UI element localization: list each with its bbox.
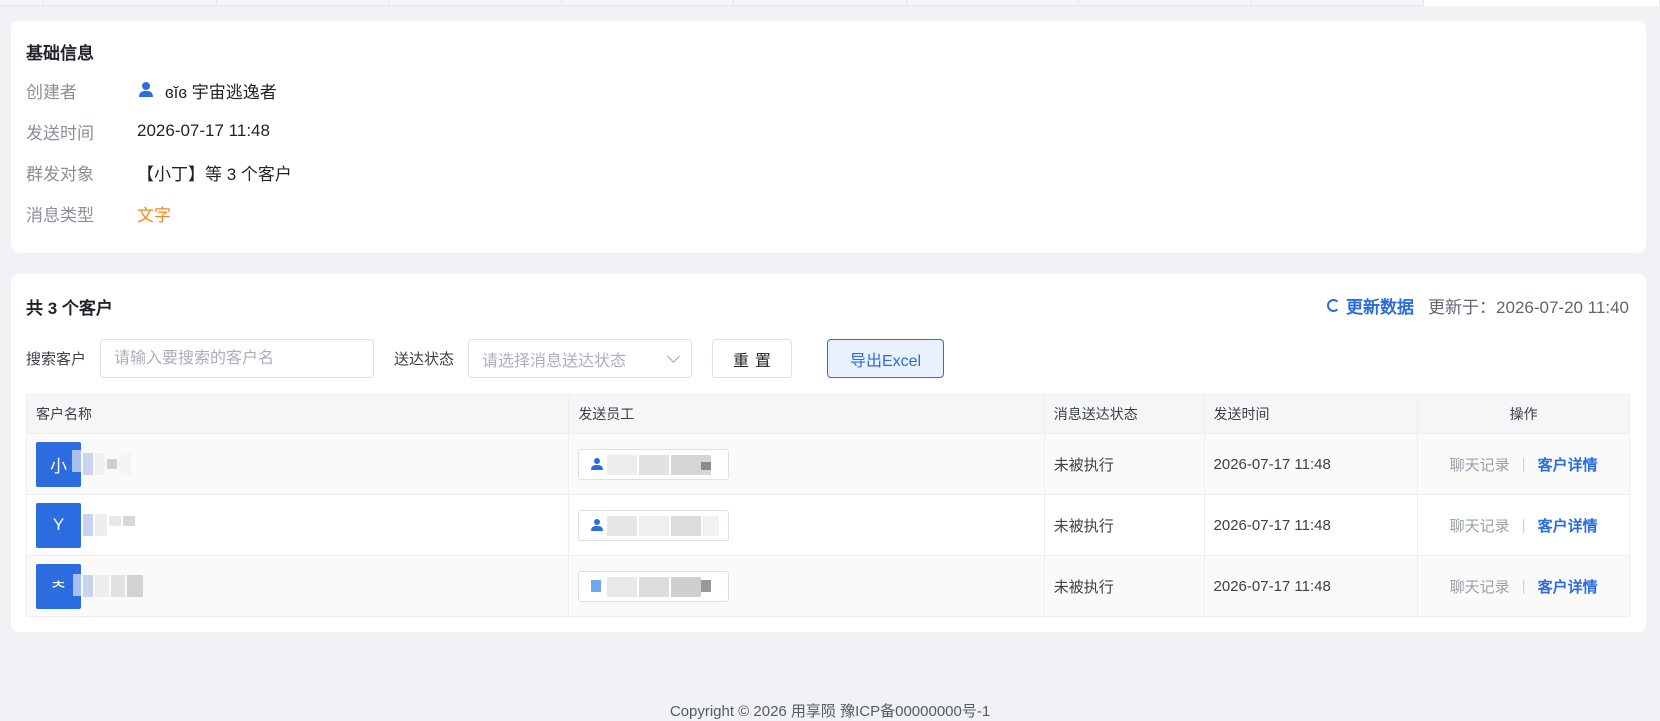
avatar-letter: 小 xyxy=(50,456,67,476)
actions-cell: 聊天记录 | 客户详情 xyxy=(1418,495,1629,555)
divider: | xyxy=(1521,455,1526,473)
message-type-value: 文字 xyxy=(137,205,171,225)
status-select[interactable]: 请选择消息送达状态 xyxy=(468,339,693,378)
avatar: ᄎ xyxy=(36,563,81,609)
staff-avatar-icon xyxy=(591,580,602,592)
refresh-area: 更新数据 更新于：2026-07-20 11:40 xyxy=(1327,293,1629,318)
blurred-customer-name xyxy=(83,514,143,536)
tab[interactable] xyxy=(0,0,44,6)
tab[interactable] xyxy=(44,0,217,6)
tab-active[interactable] xyxy=(1424,0,1660,6)
customer-detail-link[interactable]: 客户详情 xyxy=(1538,515,1598,536)
col-send-time: 发送时间 xyxy=(1205,395,1419,433)
tab[interactable] xyxy=(216,0,389,6)
avatar-letter: ᄎ xyxy=(50,578,67,598)
staff-cell xyxy=(569,556,1045,616)
status-cell: 未被执行 xyxy=(1045,434,1205,494)
divider: | xyxy=(1521,577,1526,595)
avatar: Y xyxy=(36,502,81,548)
refresh-button[interactable]: 更新数据 xyxy=(1327,293,1414,318)
status-cell: 未被执行 xyxy=(1045,556,1205,616)
creator-value: ɞĭɞ 宇宙逃逸者 xyxy=(137,78,277,103)
table-row: Y 未被执行 2026-07-17 11:48 聊天记录 | 客户详情 xyxy=(27,494,1629,555)
chevron-down-icon xyxy=(667,349,680,363)
customer-list-card: 共 3 个客户 更新数据 更新于：2026-07-20 11:40 搜索客户 送… xyxy=(11,274,1646,632)
col-staff: 发送员工 xyxy=(569,395,1045,433)
status-label: 送达状态 xyxy=(394,351,455,368)
tab[interactable] xyxy=(389,0,562,6)
chat-record-link[interactable]: 聊天记录 xyxy=(1450,454,1510,475)
target-value: 【小丁】等 3 个客户 xyxy=(137,164,292,184)
tab[interactable] xyxy=(1251,0,1424,6)
customer-detail-link[interactable]: 客户详情 xyxy=(1538,454,1598,475)
tab[interactable] xyxy=(561,0,734,6)
top-tab-strip xyxy=(0,0,1660,6)
divider: | xyxy=(1521,516,1526,534)
customer-table: 客户名称 发送员工 消息送达状态 发送时间 操作 小 未被执行 2026-07-… xyxy=(26,394,1630,617)
creator-name: ɞĭɞ 宇宙逃逸者 xyxy=(165,82,277,102)
basic-info-card: 基础信息 创建者 ɞĭɞ 宇宙逃逸者 发送时间 2026-07-17 11:48… xyxy=(11,21,1646,253)
blurred-customer-name xyxy=(83,575,149,597)
customer-cell: ᄎ xyxy=(27,556,570,616)
avatar-letter: Y xyxy=(52,515,65,534)
customer-cell: Y xyxy=(27,495,570,555)
time-cell: 2026-07-17 11:48 xyxy=(1205,434,1419,494)
status-placeholder: 请选择消息送达状态 xyxy=(482,352,627,370)
reset-button[interactable]: 重置 xyxy=(712,339,793,378)
staff-tag xyxy=(578,448,730,480)
col-status: 消息送达状态 xyxy=(1045,395,1205,433)
basic-info-title: 基础信息 xyxy=(26,44,94,63)
customer-detail-link[interactable]: 客户详情 xyxy=(1538,576,1598,597)
message-type-row: 消息类型 文字 xyxy=(26,201,171,225)
table-row: 小 未被执行 2026-07-17 11:48 聊天记录 | 客户详情 xyxy=(27,433,1629,494)
staff-tag xyxy=(578,570,730,602)
message-type-label: 消息类型 xyxy=(26,205,94,225)
chat-record-link[interactable]: 聊天记录 xyxy=(1450,515,1510,536)
blurred-customer-name xyxy=(83,453,143,475)
time-cell: 2026-07-17 11:48 xyxy=(1205,556,1419,616)
search-input[interactable] xyxy=(100,339,375,378)
staff-cell xyxy=(569,495,1045,555)
avatar: 小 xyxy=(36,441,81,487)
table-header: 客户名称 发送员工 消息送达状态 发送时间 操作 xyxy=(27,395,1629,433)
customer-cell: 小 xyxy=(27,434,570,494)
send-time-row: 发送时间 2026-07-17 11:48 xyxy=(26,119,270,143)
person-icon xyxy=(591,519,604,531)
tab[interactable] xyxy=(1079,0,1252,6)
customer-count-title: 共 3 个客户 xyxy=(26,299,113,318)
actions-cell: 聊天记录 | 客户详情 xyxy=(1418,434,1629,494)
refresh-icon xyxy=(1327,299,1341,312)
refresh-label: 更新数据 xyxy=(1346,298,1415,317)
updated-at: 更新于：2026-07-20 11:40 xyxy=(1428,298,1629,317)
search-label: 搜索客户 xyxy=(26,351,87,368)
person-icon xyxy=(139,82,153,98)
filter-bar: 搜索客户 送达状态 请选择消息送达状态 重置 导出Excel xyxy=(26,339,945,378)
status-cell: 未被执行 xyxy=(1045,495,1205,555)
tab[interactable] xyxy=(906,0,1079,6)
tab[interactable] xyxy=(734,0,907,6)
staff-tag xyxy=(578,509,730,541)
creator-label: 创建者 xyxy=(26,82,77,102)
col-customer-name: 客户名称 xyxy=(27,395,570,433)
export-excel-button[interactable]: 导出Excel xyxy=(827,339,945,378)
creator-row: 创建者 ɞĭɞ 宇宙逃逸者 xyxy=(26,78,277,102)
person-icon xyxy=(591,458,604,470)
chat-record-link[interactable]: 聊天记录 xyxy=(1450,576,1510,597)
target-label: 群发对象 xyxy=(26,164,94,184)
send-time-value: 2026-07-17 11:48 xyxy=(137,121,270,140)
target-row: 群发对象 【小丁】等 3 个客户 xyxy=(26,160,292,184)
time-cell: 2026-07-17 11:48 xyxy=(1205,495,1419,555)
col-actions: 操作 xyxy=(1509,406,1538,422)
table-row: ᄎ 未被执行 2026-07-17 11:48 聊天记录 | 客户详情 xyxy=(27,555,1629,616)
staff-cell xyxy=(569,434,1045,494)
actions-cell: 聊天记录 | 客户详情 xyxy=(1418,556,1629,616)
send-time-label: 发送时间 xyxy=(26,123,94,143)
